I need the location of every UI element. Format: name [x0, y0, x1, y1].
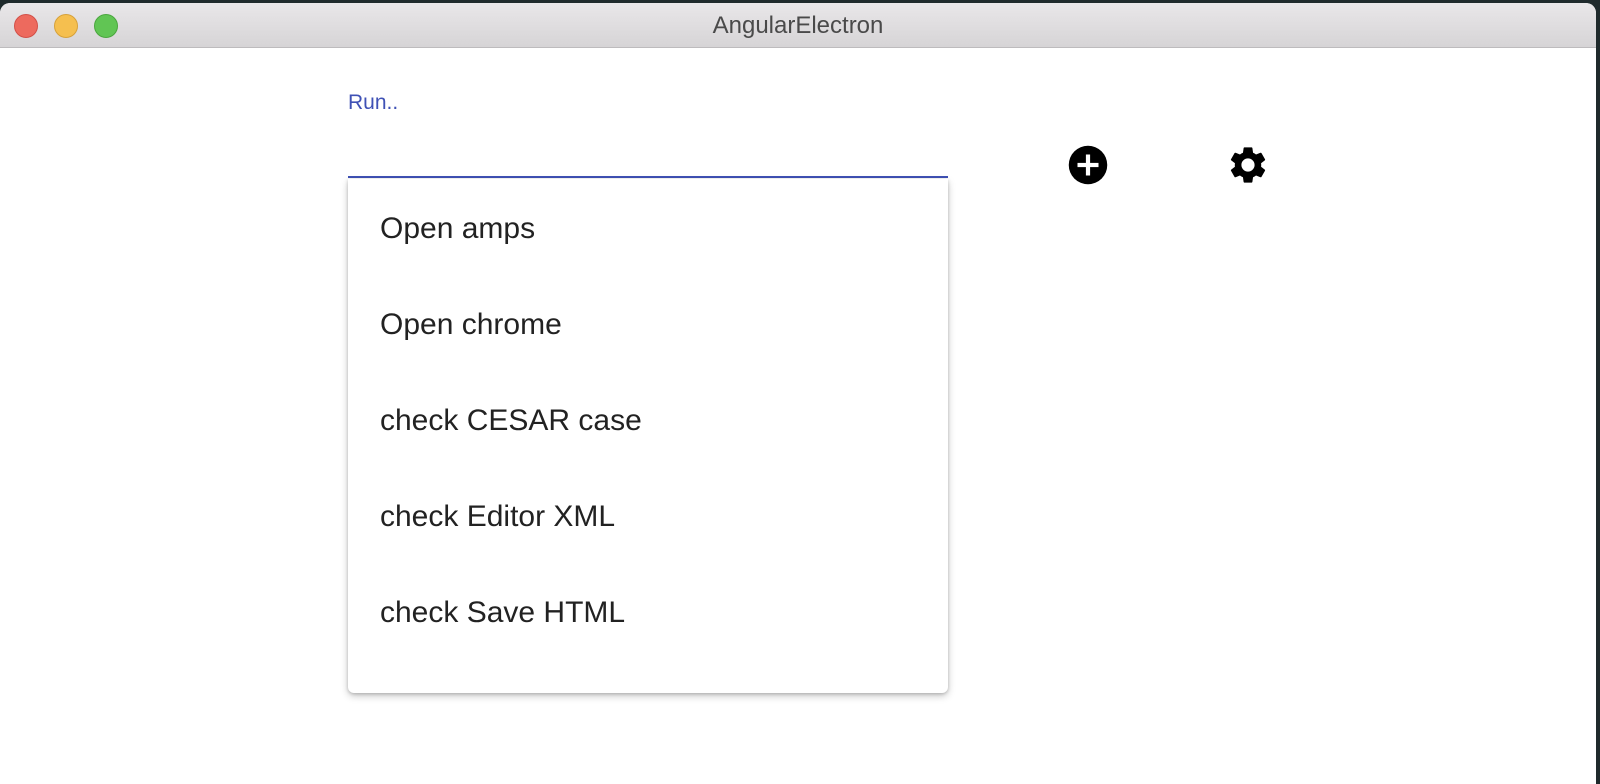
app-window: AngularElectron Run.. Open amps Open chr… [0, 3, 1596, 784]
autocomplete-option[interactable]: Open chrome [348, 277, 948, 373]
run-field-label: Run.. [348, 91, 399, 114]
title-bar[interactable]: AngularElectron [0, 3, 1596, 48]
main-content: Run.. Open amps Open chrome check CESAR … [0, 48, 1596, 784]
gear-icon [1230, 147, 1266, 183]
window-title: AngularElectron [712, 12, 884, 39]
autocomplete-panel: Open amps Open chrome check CESAR case c… [348, 179, 948, 693]
run-input[interactable] [348, 138, 948, 178]
autocomplete-option[interactable]: Open amps [348, 181, 948, 277]
add-button[interactable] [1066, 143, 1110, 187]
settings-button[interactable] [1226, 143, 1270, 187]
autocomplete-option[interactable]: check Editor XML [348, 469, 948, 565]
run-field: Run.. [348, 78, 948, 178]
autocomplete-option[interactable]: check Save HTML [348, 565, 948, 661]
plus-circle-icon [1068, 145, 1108, 185]
autocomplete-option[interactable]: check CESAR case [348, 373, 948, 469]
